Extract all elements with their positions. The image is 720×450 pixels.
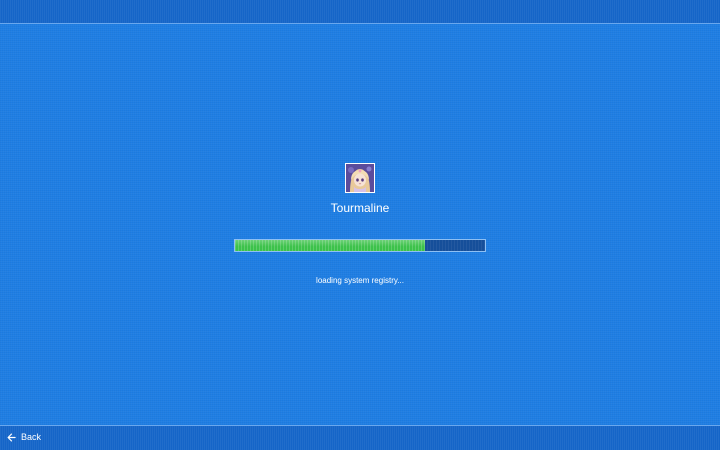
- avatar-image-icon: [346, 164, 374, 192]
- login-panel: Tourmaline loading system registry...: [0, 163, 720, 286]
- top-bar: [0, 0, 720, 24]
- back-button[interactable]: Back: [7, 432, 41, 443]
- bottom-bar: Back: [0, 425, 720, 450]
- loading-status-text: loading system registry...: [316, 276, 404, 285]
- back-button-label: Back: [21, 432, 42, 442]
- loading-progress-bar: [234, 239, 486, 252]
- user-name: Tourmaline: [330, 201, 390, 215]
- loading-progress-fill: [235, 240, 425, 251]
- user-avatar: [345, 163, 375, 193]
- arrow-left-icon: [7, 433, 16, 442]
